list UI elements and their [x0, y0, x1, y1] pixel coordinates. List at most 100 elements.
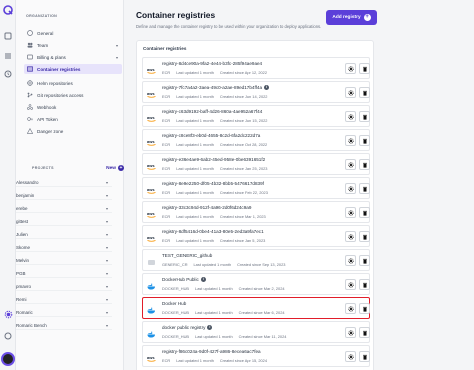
registry-row[interactable]: docker public registry i DOCKER_HUB Last up…	[142, 321, 370, 343]
registry-row[interactable]: TEST_GENERIC_github GENERIC_CR Last update…	[142, 249, 370, 271]
registry-row[interactable]: Docker Hub DOCKER_HUB Last updated 1 month…	[142, 297, 370, 319]
project-item[interactable]: benjamin ▾	[16, 191, 112, 200]
chevron-down-icon: ▾	[105, 322, 108, 328]
project-item[interactable]: gittest ▾	[16, 217, 112, 226]
project-item[interactable]: Melvin ▾	[16, 256, 112, 265]
project-name: Romaric	[16, 309, 33, 315]
edit-registry-button[interactable]	[345, 207, 356, 218]
info-icon[interactable]: i	[207, 325, 213, 330]
registry-row[interactable]: aws registry-7fc7a4a2-3aea-49c0-a2ae-89ed…	[142, 81, 370, 103]
info-icon[interactable]: i	[200, 277, 206, 282]
delete-registry-button[interactable]	[359, 63, 370, 74]
edit-registry-button[interactable]	[345, 351, 356, 362]
project-item[interactable]: Skome ▾	[16, 243, 112, 252]
registry-created: Created since Jan 5, 2023	[219, 238, 266, 243]
registry-kind: ECR	[162, 94, 171, 99]
add-registry-button[interactable]: Add registry +	[326, 10, 377, 25]
registry-row[interactable]: aws registry-c8ce8f3-eb0d-4655-8c2d-6fa2d…	[142, 129, 370, 151]
registry-row[interactable]: aws registry-c63d9192-baff-4d26-860a-4ae9…	[142, 105, 370, 127]
new-project-button[interactable]: New +	[106, 165, 124, 171]
edit-registry-button[interactable]	[345, 303, 356, 314]
deployments-icon[interactable]	[2, 50, 14, 62]
registry-name: registry-c63d9192-baff-4d26-860a-4ae952a…	[162, 109, 263, 114]
sidebar-item-general[interactable]: General	[24, 28, 122, 38]
trash-icon	[362, 90, 367, 96]
trash-icon	[362, 306, 367, 312]
registry-row[interactable]: DockerHub Public i DOCKER_HUB Last updated …	[142, 273, 370, 295]
sidebar-item-api-token[interactable]: API Token	[24, 114, 122, 124]
trash-icon	[362, 210, 367, 216]
registry-name: registry-e36e4ae9-6ab2-45ed-958e-0be6391…	[162, 157, 266, 162]
delete-registry-button[interactable]	[359, 255, 370, 266]
project-item[interactable]: Julien ▾	[16, 230, 112, 239]
chevron-down-icon: ▾	[105, 283, 108, 289]
history-icon[interactable]	[2, 68, 14, 80]
sidebar-item-team[interactable]: Team ▾	[24, 40, 122, 50]
delete-registry-button[interactable]	[359, 135, 370, 146]
sidebar-item-billing[interactable]: Billing & plans ▾	[24, 52, 122, 62]
project-item[interactable]: erebe ▾	[16, 204, 112, 213]
registry-kind: ECR	[162, 358, 171, 363]
settings-gear-icon[interactable]	[2, 308, 14, 320]
info-icon[interactable]: i	[264, 85, 270, 90]
delete-registry-button[interactable]	[359, 87, 370, 98]
help-icon[interactable]	[2, 330, 14, 342]
sidebar-item-webhook[interactable]: Webhook	[24, 102, 122, 112]
registry-row[interactable]: aws registry-8e9e2250-df05-4b32-8bb5-5476…	[142, 177, 370, 199]
project-item[interactable]: Alessandro ▾	[16, 178, 112, 187]
delete-registry-button[interactable]	[359, 303, 370, 314]
delete-registry-button[interactable]	[359, 231, 370, 242]
project-item[interactable]: Romaric Bench ▾	[16, 321, 112, 330]
delete-registry-button[interactable]	[359, 111, 370, 122]
user-avatar[interactable]	[1, 352, 15, 366]
registry-row[interactable]: aws registry-e36e4ae9-6ab2-45ed-958e-0be6…	[142, 153, 370, 175]
chevron-down-icon: ▾	[105, 205, 108, 211]
project-name: Remi	[16, 296, 27, 302]
project-name: erebe	[16, 205, 28, 211]
warning-icon	[27, 128, 33, 134]
edit-registry-button[interactable]	[345, 255, 356, 266]
sidebar-item-danger-zone[interactable]: Danger zone	[24, 126, 122, 136]
project-item[interactable]: PGB ▾	[16, 269, 112, 278]
registry-row[interactable]: aws registry-8df5416d-0be4-41a3-80e5-2ed3…	[142, 225, 370, 247]
sidebar-item-container-registries[interactable]: Container registries	[24, 64, 122, 74]
delete-registry-button[interactable]	[359, 351, 370, 362]
delete-registry-button[interactable]	[359, 207, 370, 218]
registry-name: registry-33c3c94d-912f-4a96-2d0f6d24c9a9	[162, 205, 252, 210]
sidebar-item-label: General	[37, 30, 54, 36]
edit-registry-button[interactable]	[345, 135, 356, 146]
registries-card: Container registries aws registry-8d4ce90…	[136, 40, 374, 370]
registry-row[interactable]: aws registry-33c3c94d-912f-4a96-2d0f6d24c…	[142, 201, 370, 223]
registry-row[interactable]: aws registry-f86c024a-9d0f-427f-a986-8ece…	[142, 345, 370, 367]
edit-registry-button[interactable]	[345, 231, 356, 242]
gear-icon	[347, 65, 354, 72]
project-item[interactable]: Romaric ▾	[16, 308, 112, 317]
delete-registry-button[interactable]	[359, 183, 370, 194]
sidebar-item-label: Team	[37, 42, 49, 48]
registry-updated: Last updated 1 month	[195, 334, 233, 339]
sidebar-item-label: Billing & plans	[37, 54, 66, 60]
sidebar-item-git-repositories[interactable]: Git repositories access	[24, 90, 122, 100]
edit-registry-button[interactable]	[345, 111, 356, 122]
environments-icon[interactable]	[2, 30, 14, 42]
registry-name-wrap: registry-c63d9192-baff-4d26-860a-4ae952a…	[162, 109, 262, 114]
project-item[interactable]: pmavro ▾	[16, 282, 112, 291]
projects-header: PROJECTS New +	[32, 165, 124, 171]
registry-row[interactable]: aws registry-8d4ce90a-9fa2-4e44-b3fc-285f…	[142, 57, 370, 79]
edit-registry-button[interactable]	[345, 159, 356, 170]
edit-registry-button[interactable]	[345, 87, 356, 98]
edit-registry-button[interactable]	[345, 279, 356, 290]
sidebar-item-helm-repositories[interactable]: Helm repositories	[24, 78, 122, 88]
trash-icon	[362, 114, 367, 120]
edit-registry-button[interactable]	[345, 63, 356, 74]
qovery-logo-icon[interactable]	[2, 4, 14, 16]
delete-registry-button[interactable]	[359, 159, 370, 170]
delete-registry-button[interactable]	[359, 279, 370, 290]
project-item[interactable]: Remi ▾	[16, 295, 112, 304]
trash-icon	[362, 66, 367, 72]
edit-registry-button[interactable]	[345, 183, 356, 194]
registry-name: Docker Hub	[162, 301, 187, 306]
delete-registry-button[interactable]	[359, 327, 370, 338]
registry-updated: Last updated 1 month	[176, 70, 214, 75]
edit-registry-button[interactable]	[345, 327, 356, 338]
